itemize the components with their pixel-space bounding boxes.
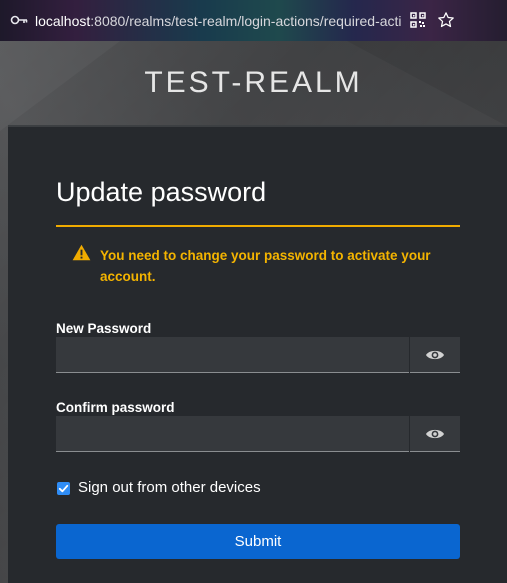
eye-icon [426,429,444,438]
qr-code-icon[interactable] [410,12,426,28]
realm-title: TEST-REALM [144,66,363,99]
page-title: Update password [56,177,267,207]
eye-icon [426,350,444,359]
url-path: :8080/realms/test-realm/login-actions/re… [90,13,401,29]
confirm-password-label: Confirm password [56,400,175,415]
url-text[interactable]: localhost:8080/realms/test-realm/login-a… [35,13,401,29]
checkmark-icon [58,484,69,493]
star-icon[interactable] [437,11,455,29]
warning-icon [72,244,91,261]
show-new-password-button[interactable] [410,337,460,373]
url-host: localhost [35,13,91,29]
new-password-input[interactable] [56,337,409,373]
browser-address-bar[interactable]: localhost:8080/realms/test-realm/login-a… [0,0,507,41]
title-divider [56,225,460,227]
new-password-label: New Password [56,321,152,336]
submit-button[interactable]: Submit [56,524,460,559]
logout-sessions-label[interactable]: Sign out from other devices [78,479,261,496]
key-icon[interactable] [10,12,28,28]
login-card: Update password You need to change your … [8,125,507,583]
logout-sessions-checkbox[interactable] [57,482,70,495]
show-confirm-password-button[interactable] [410,416,460,452]
confirm-password-input[interactable] [56,416,409,452]
warning-message: You need to change your password to acti… [100,248,431,284]
